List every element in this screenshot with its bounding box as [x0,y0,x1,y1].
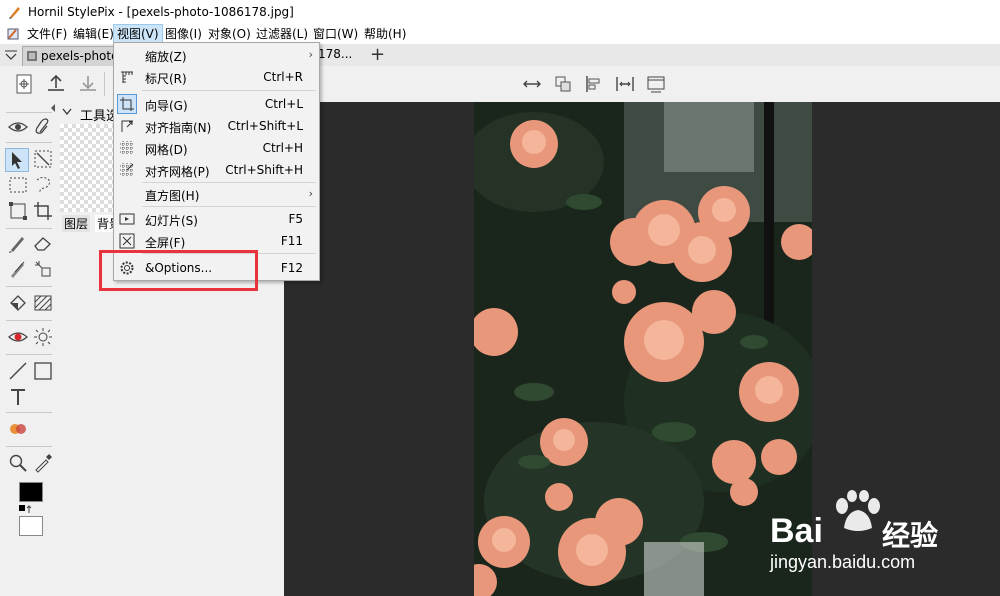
submenu-arrow-icon: › [308,187,313,200]
grid-icon [120,141,134,155]
watermark-brand: Bai [770,512,823,550]
document-tab-label: pexels-photo [41,49,119,63]
ruler-icon [121,71,133,83]
transform-select-icon[interactable] [32,148,54,170]
menu-item-guide[interactable]: 向导(G) Ctrl+L [114,93,319,115]
pattern-fill-icon[interactable] [32,292,54,314]
zoom-icon[interactable] [7,452,29,474]
select-arrow-icon[interactable] [5,148,29,172]
fill-bucket-icon[interactable] [7,292,29,314]
menu-filter[interactable]: 过滤器(L) [253,25,311,43]
title-bar: Hornil StylePix - [pexels-photo-1086178.… [0,0,1000,24]
line-icon[interactable] [7,360,29,382]
eyedropper-icon[interactable] [32,452,54,474]
transparency-preview [60,124,118,212]
lasso-icon[interactable] [32,174,54,196]
align-left-icon[interactable] [582,72,606,96]
paperclip-icon[interactable] [32,116,54,138]
baidu-jingyan-watermark: Bai 经验 jingyan.baidu.com [770,490,1000,590]
flip-horizontal-icon[interactable] [520,72,544,96]
menu-item-grid[interactable]: 网格(D) Ctrl+H [114,137,319,159]
document-tab-label-partial[interactable]: 178... [318,47,352,61]
text-tool-icon[interactable] [7,386,29,408]
panel-collapse-icon[interactable] [62,108,72,116]
brush-icon[interactable] [7,232,29,254]
menu-item-snap-guide[interactable]: 对齐指南(N) Ctrl+Shift+L [114,115,319,137]
roses-photo-image [474,102,812,596]
color-mixer-icon[interactable] [7,418,29,440]
menu-object[interactable]: 对象(O) [205,25,254,43]
canvas-size-icon[interactable] [644,72,668,96]
tab-list-chevron-icon[interactable] [4,49,18,61]
view-eye-icon[interactable] [7,116,29,138]
menu-help[interactable]: 帮助(H) [361,25,409,43]
menu-item-zoom[interactable]: 缩放(Z) › [114,44,319,66]
menu-item-fullscreen[interactable]: 全屏(F) F11 [114,230,319,252]
watermark-url: jingyan.baidu.com [770,552,916,572]
arrange-icon[interactable] [551,72,575,96]
submenu-arrow-icon: › [308,48,313,61]
download-icon[interactable] [76,72,100,96]
slideshow-icon [119,213,135,225]
tools-column [0,102,59,596]
distribute-icon[interactable] [613,72,637,96]
highlight-annotation-box [99,250,258,291]
menu-edit[interactable]: 编辑(E) [70,25,117,43]
retouch-icon[interactable] [32,258,54,280]
photo-roses [474,102,812,596]
foreground-color-swatch[interactable] [19,482,43,502]
new-image-icon[interactable] [12,72,36,96]
menu-item-slideshow[interactable]: 幻灯片(S) F5 [114,208,319,230]
eraser-icon[interactable] [32,232,54,254]
swap-colors-icon[interactable] [19,504,41,514]
add-tab-button[interactable]: + [370,44,385,65]
red-eye-icon[interactable] [7,326,29,348]
image-file-icon [27,51,37,61]
clone-brush-icon[interactable] [7,258,29,280]
menu-image[interactable]: 图像(I) [162,25,205,43]
collapse-arrow-icon[interactable] [50,104,56,112]
tab-layers[interactable]: 图层 [62,215,91,232]
snap-guide-icon [121,120,133,132]
menu-item-snap-grid[interactable]: 对齐网格(P) Ctrl+Shift+H [114,159,319,181]
view-menu-dropdown: 缩放(Z) › 标尺(R) Ctrl+R 向导(G) Ctrl+L 对齐指南(N… [113,42,320,281]
crop-icon[interactable] [32,200,54,222]
menu-window[interactable]: 窗口(W) [310,25,361,43]
background-color-swatch[interactable] [19,516,43,536]
baidu-paw-logo-icon [836,490,880,531]
snap-grid-icon [120,163,134,177]
fullscreen-icon [119,233,135,249]
app-menu-icon[interactable] [6,27,20,41]
upload-icon[interactable] [44,72,68,96]
menu-item-histogram[interactable]: 直方图(H) › [114,183,319,205]
menu-item-ruler[interactable]: 标尺(R) Ctrl+R [114,66,319,88]
window-title: Hornil StylePix - [pexels-photo-1086178.… [28,5,294,19]
menu-view[interactable]: 视图(V) [113,24,163,44]
app-logo-icon [9,7,20,19]
rectangle-icon[interactable] [32,360,54,382]
guide-icon [117,94,137,114]
menu-file[interactable]: 文件(F) [24,25,70,43]
rect-select-icon[interactable] [7,174,29,196]
watermark-brand-cn: 经验 [882,519,939,552]
crop-frame-icon[interactable] [7,200,29,222]
brightness-icon[interactable] [32,326,54,348]
menu-bar: 文件(F) 编辑(E) 视图(V) 图像(I) 对象(O) 过滤器(L) 窗口(… [0,24,1000,44]
